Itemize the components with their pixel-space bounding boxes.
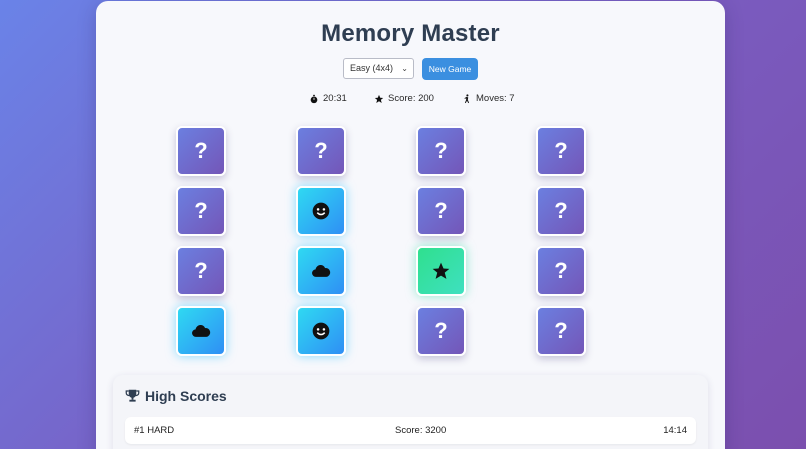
star-icon xyxy=(374,94,384,103)
stopwatch-icon xyxy=(310,94,318,103)
high-score-time: 14:14 xyxy=(663,425,687,436)
card-question-mark: ? xyxy=(434,198,448,223)
difficulty-select[interactable]: Easy (4x4) ⌄ xyxy=(343,58,414,79)
memory-card[interactable] xyxy=(416,246,466,296)
memory-card[interactable] xyxy=(296,306,346,356)
memory-card[interactable]: ? xyxy=(176,246,226,296)
card-question-mark: ? xyxy=(434,318,448,343)
card-question-mark: ? xyxy=(554,138,568,163)
memory-card[interactable] xyxy=(296,186,346,236)
card-question-mark: ? xyxy=(194,138,208,163)
cloud-icon xyxy=(191,321,211,341)
page-title: Memory Master xyxy=(321,20,500,47)
smiley-icon xyxy=(311,321,331,341)
memory-card[interactable]: ? xyxy=(536,306,586,356)
card-question-mark: ? xyxy=(554,318,568,343)
star-icon xyxy=(431,261,451,281)
cloud-icon xyxy=(311,261,331,281)
high-score-row: #1 HARD Score: 3200 14:14 xyxy=(125,417,696,444)
card-question-mark: ? xyxy=(434,138,448,163)
memory-card[interactable]: ? xyxy=(416,186,466,236)
moves-stat: Moves: 7 xyxy=(462,93,515,104)
high-score-rank: #1 HARD xyxy=(134,425,175,436)
high-score-score: Score: 3200 xyxy=(395,425,447,436)
new-game-button[interactable]: New Game xyxy=(422,58,478,80)
memory-card[interactable]: ? xyxy=(536,186,586,236)
memory-card[interactable]: ? xyxy=(176,186,226,236)
high-scores-title: High Scores xyxy=(145,388,227,404)
memory-card[interactable] xyxy=(176,306,226,356)
memory-card[interactable]: ? xyxy=(416,306,466,356)
memory-card[interactable]: ? xyxy=(176,126,226,176)
score-value: Score: 200 xyxy=(388,93,434,104)
memory-card[interactable]: ? xyxy=(416,126,466,176)
card-question-mark: ? xyxy=(194,258,208,283)
controls-bar: Easy (4x4) ⌄ New Game xyxy=(96,57,725,81)
high-scores-panel: High Scores #1 HARD Score: 3200 14:14 xyxy=(113,375,708,449)
timer-stat: 20:31 xyxy=(309,93,347,104)
memory-card[interactable] xyxy=(296,246,346,296)
score-stat: Score: 200 xyxy=(374,93,434,104)
chevron-down-icon: ⌄ xyxy=(401,64,408,73)
difficulty-selected-value: Easy (4x4) xyxy=(350,63,394,73)
smiley-icon xyxy=(311,201,331,221)
high-scores-heading: High Scores xyxy=(125,388,227,404)
card-question-mark: ? xyxy=(554,258,568,283)
stats-bar: 20:31 Score: 200 Moves: 7 xyxy=(96,93,725,107)
walking-person-icon xyxy=(464,93,470,103)
card-question-mark: ? xyxy=(194,198,208,223)
memory-card[interactable]: ? xyxy=(536,246,586,296)
card-question-mark: ? xyxy=(554,198,568,223)
trophy-icon xyxy=(125,389,140,402)
card-question-mark: ? xyxy=(314,138,328,163)
timer-value: 20:31 xyxy=(323,93,347,104)
moves-value: Moves: 7 xyxy=(476,93,515,104)
memory-card[interactable]: ? xyxy=(296,126,346,176)
memory-card[interactable]: ? xyxy=(536,126,586,176)
